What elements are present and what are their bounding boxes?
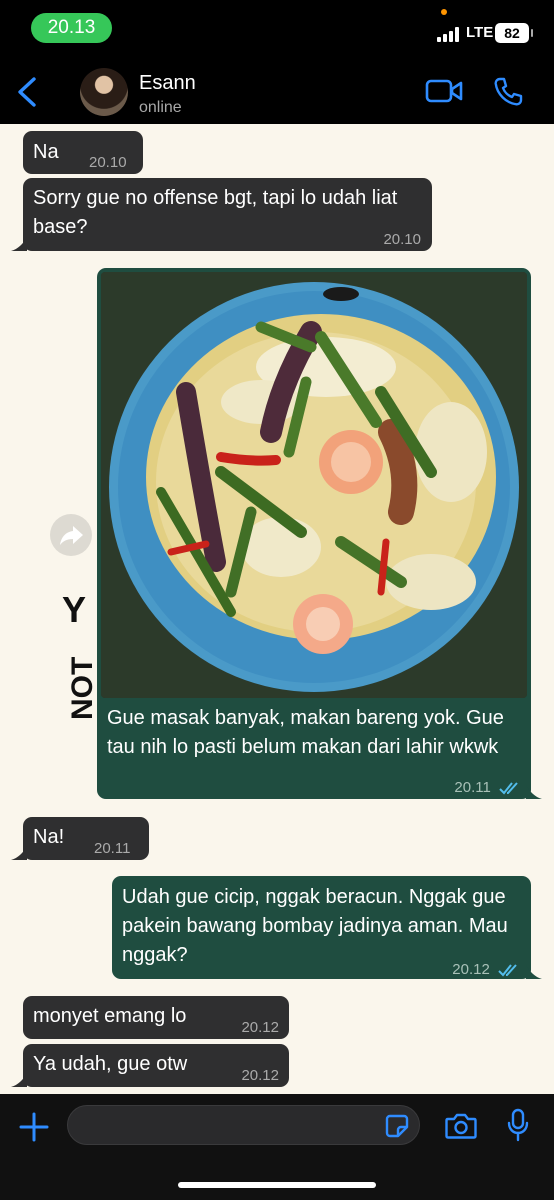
chevron-left-icon[interactable] [14, 76, 42, 108]
share-arrow-icon[interactable] [50, 514, 92, 556]
incoming-message[interactable]: Sorry gue no offense bgt, tapi lo udah l… [23, 178, 432, 251]
incoming-message[interactable]: monyet emang lo 20.12 [23, 996, 289, 1039]
message-text: Na [33, 141, 59, 163]
message-time-text: 20.11 [454, 779, 491, 796]
message-time: 20.11 [94, 840, 131, 857]
outgoing-image-message[interactable]: Gue masak banyak, makan bareng yok. Gue … [97, 268, 531, 799]
bubble-tail [526, 965, 542, 979]
message-text: Ya udah, gue otw [33, 1053, 188, 1075]
battery-icon: 82 [495, 23, 533, 43]
sticker-icon[interactable] [385, 1114, 409, 1138]
message-time: 20.12 [452, 955, 520, 984]
message-time: 20.12 [241, 1019, 279, 1036]
bubble-tail [526, 785, 542, 799]
camera-icon[interactable] [445, 1112, 477, 1140]
composer-bar [0, 1094, 554, 1200]
microphone-icon[interactable] [506, 1108, 530, 1142]
home-indicator[interactable] [178, 1182, 376, 1188]
message-caption: Gue masak banyak, makan bareng yok. Gue … [107, 707, 504, 758]
video-camera-icon[interactable] [425, 78, 463, 106]
double-check-icon [498, 964, 517, 977]
message-time: 20.10 [383, 231, 421, 248]
avatar[interactable] [80, 68, 128, 116]
contact-presence: online [139, 99, 182, 116]
bubble-tail [11, 1073, 27, 1087]
plus-icon[interactable] [19, 1112, 49, 1142]
message-text: Sorry gue no offense bgt, tapi lo udah l… [33, 187, 398, 238]
chat-header: Esann online [0, 58, 554, 124]
bubble-tail [11, 237, 27, 251]
incoming-message[interactable]: Na 20.10 [23, 131, 143, 174]
svg-text:NOT: NOT [66, 657, 99, 720]
status-bar: 20.13 LTE 82 [0, 0, 554, 58]
message-time: 20.12 [241, 1067, 279, 1084]
message-text: monyet emang lo [33, 1005, 187, 1027]
contact-name[interactable]: Esann [139, 72, 196, 95]
chat-area[interactable]: Na 20.10 Sorry gue no offense bgt, tapi … [0, 124, 554, 1094]
double-check-icon [499, 782, 518, 795]
message-time-text: 20.12 [452, 961, 490, 978]
message-time: 20.10 [89, 154, 127, 171]
message-input[interactable] [67, 1105, 420, 1145]
privacy-indicator [441, 9, 447, 15]
message-time: 20.11 [454, 773, 521, 802]
incoming-message[interactable]: Ya udah, gue otw 20.12 [23, 1044, 289, 1087]
signal-icon [437, 26, 463, 42]
bubble-tail [11, 846, 27, 860]
message-text: Na! [33, 826, 65, 848]
phone-icon[interactable] [493, 77, 523, 107]
network-type: LTE [466, 24, 494, 41]
watermark-logo: NOT Y [62, 592, 99, 720]
food-photo[interactable] [101, 272, 527, 698]
status-time: 20.13 [31, 13, 112, 43]
svg-text:Y: Y [62, 592, 86, 630]
incoming-message[interactable]: Na! 20.11 [23, 817, 149, 860]
outgoing-message[interactable]: Udah gue cicip, nggak beracun. Nggak gue… [112, 876, 531, 979]
